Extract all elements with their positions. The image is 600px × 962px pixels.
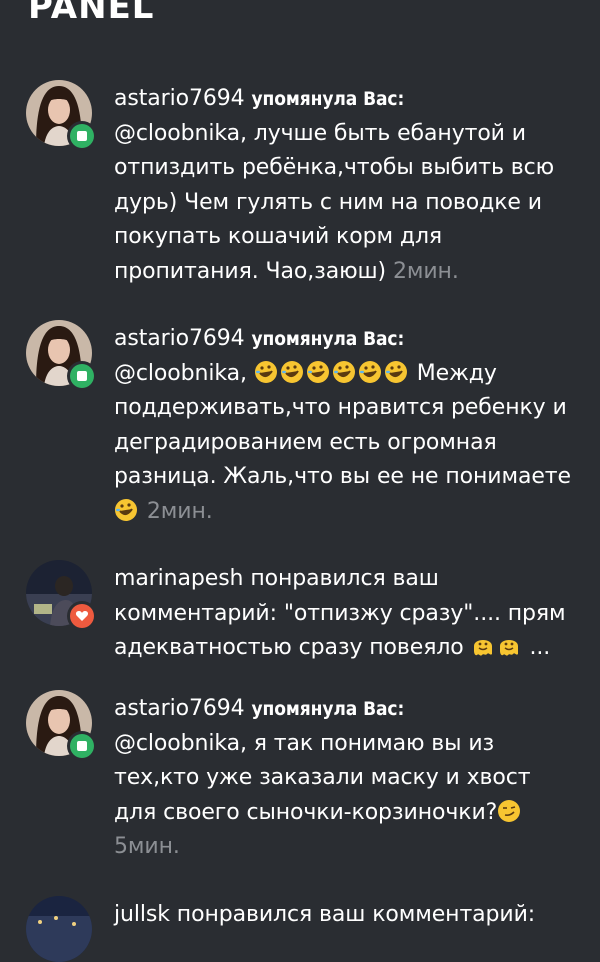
melting-face-emoji-icon (497, 634, 521, 658)
rofl-emoji-icon (332, 360, 356, 384)
notification-text: astario7694 упомянула Вас: @cloobnika, М… (114, 322, 576, 529)
smirk-emoji-icon (497, 799, 521, 823)
timestamp: 2мин. (392, 258, 459, 284)
badge (67, 601, 97, 631)
comment-icon (70, 124, 94, 148)
comment-icon (70, 734, 94, 758)
rofl-emoji-icon (358, 360, 382, 384)
rofl-emoji-icon (254, 360, 278, 384)
laughing-emoji-row (254, 360, 417, 386)
notification-text: astario7694 упомянула Вас: @cloobnika, я… (114, 692, 576, 865)
rofl-emoji-icon (114, 498, 138, 522)
avatar[interactable] (26, 80, 97, 151)
username[interactable]: astario7694 (114, 696, 245, 721)
action-text: упомянула Вас: (251, 698, 405, 720)
badge (67, 731, 97, 761)
ellipsis: ... (529, 635, 551, 660)
rofl-emoji-icon (306, 360, 330, 384)
section-header: PANEL (28, 0, 155, 27)
action-text: понравился ваш комментарий: (176, 902, 536, 927)
melting-face-emoji-icon (471, 634, 495, 658)
avatar[interactable] (26, 690, 97, 761)
notification-text: astario7694 упомянула Вас: @cloobnika, л… (114, 82, 576, 289)
timestamp: 5мин. (114, 834, 180, 859)
mention[interactable]: @cloobnika, (114, 361, 247, 386)
badge (67, 361, 97, 391)
badge (67, 121, 97, 151)
avatar[interactable] (26, 320, 97, 391)
notification-text: jullsk понравился ваш комментарий: (114, 898, 576, 933)
action-text: упомянула Вас: (251, 328, 405, 350)
heart-icon (70, 604, 94, 628)
comment-icon (70, 364, 94, 388)
comment-text: @cloobnika, я так понимаю вы из тех,кто … (114, 730, 531, 825)
comment-text: @cloobnika, лучше быть ебанутой и отпизд… (114, 120, 555, 284)
notification-text: marinapesh понравился ваш комментарий: "… (114, 562, 576, 666)
avatar[interactable] (26, 896, 92, 962)
rofl-emoji-icon (280, 360, 304, 384)
username[interactable]: marinapesh (114, 566, 244, 591)
avatar[interactable] (26, 560, 97, 631)
username[interactable]: jullsk (114, 902, 170, 927)
username[interactable]: astario7694 (114, 86, 245, 111)
timestamp: 2мин. (146, 498, 213, 524)
username[interactable]: astario7694 (114, 326, 245, 351)
action-text: упомянула Вас: (251, 88, 405, 110)
rofl-emoji-icon (384, 360, 408, 384)
